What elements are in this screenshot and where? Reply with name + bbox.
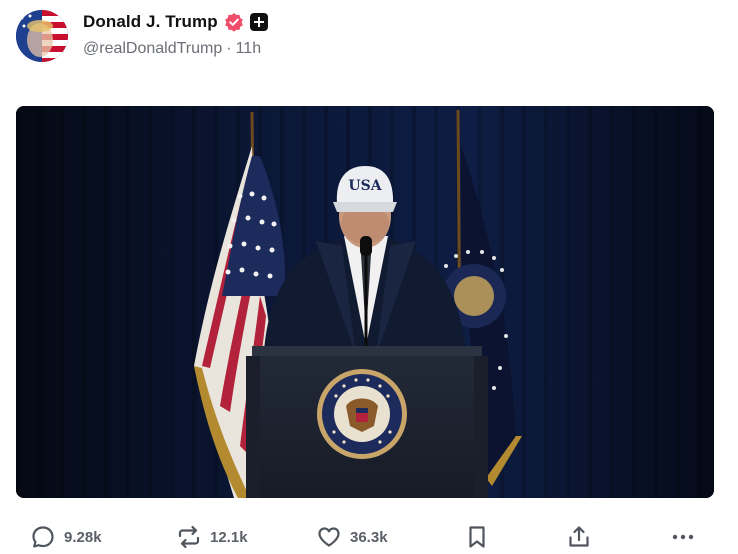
- verified-badge-icon: [224, 13, 243, 32]
- cap-text: USA: [348, 178, 382, 194]
- repost-button[interactable]: 12.1k: [176, 524, 248, 550]
- timestamp[interactable]: 11h: [236, 40, 262, 58]
- meta-line: @realDonaldTrump · 11h: [83, 40, 261, 58]
- post-media[interactable]: USA: [16, 106, 714, 498]
- bookmark-icon: [469, 526, 485, 548]
- like-button[interactable]: 36.3k: [316, 524, 388, 550]
- post-photo: USA: [16, 106, 714, 498]
- action-bar: 9.28k 12.1k 36.3k: [0, 520, 738, 554]
- reply-count: 9.28k: [64, 528, 102, 546]
- plus-badge-icon: [249, 13, 268, 31]
- avatar-image: [16, 10, 68, 62]
- more-options-button[interactable]: [670, 524, 696, 550]
- author-handle[interactable]: @realDonaldTrump: [83, 40, 222, 58]
- share-button[interactable]: [566, 524, 592, 550]
- reply-button[interactable]: 9.28k: [30, 524, 102, 550]
- bookmark-button[interactable]: [464, 524, 490, 550]
- like-count: 36.3k: [350, 528, 388, 546]
- post-card: Donald J. Trump @realDonaldTrump · 11h U…: [0, 0, 738, 554]
- heart-icon: [318, 527, 340, 547]
- more-icon: [672, 534, 694, 540]
- comment-icon: [32, 526, 54, 548]
- avatar[interactable]: [16, 10, 68, 62]
- meta-separator: ·: [226, 40, 232, 57]
- repost-count: 12.1k: [210, 528, 248, 546]
- display-name[interactable]: Donald J. Trump: [83, 12, 218, 32]
- author-line: Donald J. Trump: [83, 10, 268, 34]
- repost-icon: [178, 525, 200, 549]
- share-icon: [569, 526, 589, 547]
